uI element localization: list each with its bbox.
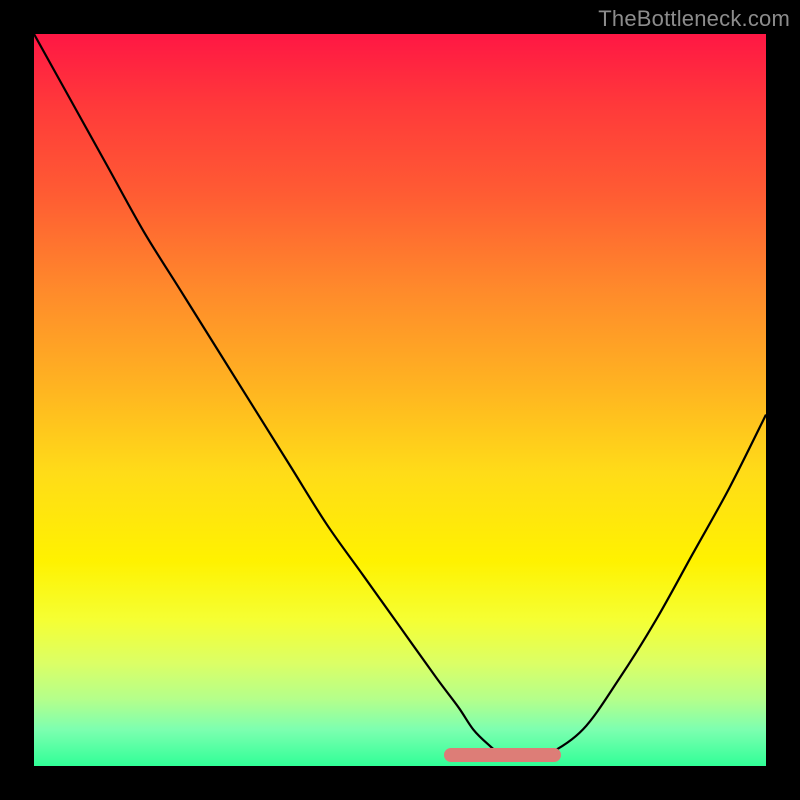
optimal-band <box>444 748 561 761</box>
curve-layer <box>34 34 766 766</box>
chart-frame: TheBottleneck.com <box>0 0 800 800</box>
bottleneck-curve <box>34 34 766 759</box>
watermark-text: TheBottleneck.com <box>598 6 790 32</box>
plot-area <box>34 34 766 766</box>
